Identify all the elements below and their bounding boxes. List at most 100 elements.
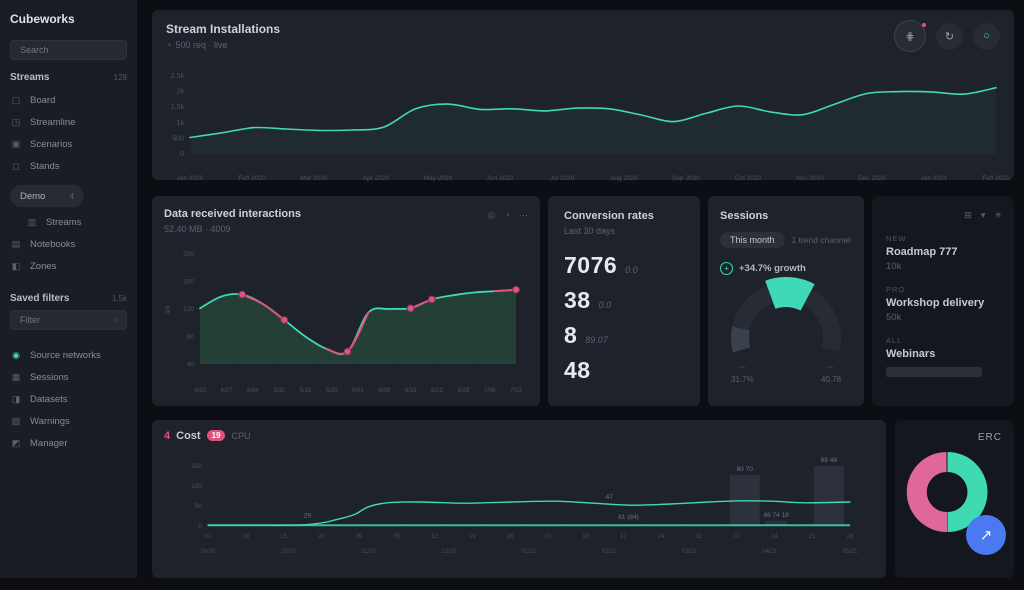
- bottom-row: 4 Cost 19 CPU 15010050060 7086 74 1889 4…: [152, 420, 1014, 578]
- svg-text:6/08: 6/08: [378, 388, 390, 394]
- pink-badge: 19: [207, 430, 226, 441]
- sidebar-item-icon: ▣: [10, 139, 22, 150]
- metric-group: NEW Roadmap 777 10k: [886, 234, 1000, 272]
- installations-line-chart: 2.5k2k1.5k1k5000Jan 2020Feb 2020Mar 2020…: [160, 70, 1008, 186]
- sidebar-search[interactable]: [10, 40, 127, 60]
- svg-text:Aug 2020: Aug 2020: [610, 175, 638, 182]
- svg-text:19: 19: [469, 534, 476, 540]
- stat-row: 38 0.0: [564, 287, 684, 314]
- metric-value: Webinars: [886, 348, 1000, 360]
- sidebar-item-icon: ◨: [10, 394, 22, 405]
- cost-line-chart: 15010050060 7086 74 1889 48294781 (84)01…: [158, 456, 874, 590]
- period-pill[interactable]: This month: [720, 232, 785, 248]
- sidebar-item[interactable]: ▢ Board: [10, 89, 127, 111]
- svg-text:14: 14: [771, 534, 778, 540]
- metric-value: Workshop delivery: [886, 297, 1000, 309]
- sidebar-item-icon: ▧: [10, 416, 22, 427]
- svg-text:29: 29: [304, 512, 312, 519]
- fab-action-button[interactable]: ↗: [966, 515, 1006, 555]
- grid-icon[interactable]: ⊞: [964, 210, 972, 221]
- sidebar-item[interactable]: ◻ Stands: [10, 155, 127, 177]
- sidebar-filter[interactable]: ○: [10, 310, 127, 330]
- demo-pill[interactable]: Demo 4: [10, 185, 84, 207]
- sidebar-nav-filters: ◉ Source networks ▦ Sessions ◨ Datasets …: [10, 344, 127, 454]
- svg-text:0: 0: [198, 523, 202, 530]
- svg-text:81 (84): 81 (84): [618, 514, 639, 521]
- sidebar-item[interactable]: ◉ Source networks: [10, 344, 127, 366]
- svg-text:15: 15: [280, 534, 287, 540]
- sparkle-icon[interactable]: ✳: [994, 210, 1002, 221]
- sidebar-subitem-streams[interactable]: ▥ Streams: [10, 211, 127, 233]
- svg-text:6/29: 6/29: [457, 388, 469, 394]
- svg-text:2k: 2k: [177, 89, 185, 96]
- section-saved-filters-meta: 1.5k: [112, 294, 127, 303]
- demo-pill-badge: 4: [70, 192, 74, 201]
- sidebar-item-icon: ◧: [10, 261, 22, 272]
- interactions-area-chart: 20016012080404/34/204/275/045/115/185/25…: [156, 246, 534, 406]
- svg-text:4/3: 4/3: [166, 305, 172, 314]
- stat-value: 8: [564, 322, 577, 349]
- svg-text:03/21: 03/21: [682, 549, 698, 555]
- svg-text:60 70: 60 70: [737, 465, 754, 472]
- svg-text:31.7%: 31.7%: [731, 375, 754, 384]
- section-saved-filters: Saved filters 1.5k: [10, 293, 127, 304]
- svg-text:07: 07: [733, 534, 740, 540]
- cost-header: 4 Cost 19 CPU: [164, 430, 874, 442]
- svg-text:80: 80: [187, 333, 195, 340]
- equalizer-icon: ⋕: [905, 30, 914, 43]
- sessions-gauge-card: Sessions This month 1 trend channel + +3…: [708, 196, 864, 406]
- svg-text:01: 01: [205, 534, 212, 540]
- equalizer-button[interactable]: ⋕: [894, 20, 926, 52]
- demo-pill-label: Demo: [20, 191, 45, 202]
- svg-text:5/04: 5/04: [247, 388, 259, 394]
- metric-group: PRO Workshop delivery 50k: [886, 285, 1000, 323]
- refresh-icon: ↻: [945, 30, 954, 43]
- refresh-button[interactable]: ↻: [936, 23, 963, 50]
- svg-text:7/13: 7/13: [510, 388, 522, 394]
- releases-card: ⊞ ▾ ✳ NEW Roadmap 777 10k PRO Workshop: [872, 196, 1014, 406]
- svg-text:5/11: 5/11: [273, 388, 285, 394]
- svg-text:02/21: 02/21: [602, 549, 618, 555]
- card-subtitle: ◔ 500 req · live: [166, 40, 1000, 50]
- stat-row: 7076 0.0: [564, 252, 684, 279]
- sidebar-item[interactable]: ◩ Manager: [10, 432, 127, 454]
- sidebar-item-icon: ◳: [10, 117, 22, 128]
- sidebar-subitem-icon: ▥: [26, 217, 38, 228]
- clock-icon[interactable]: ◔: [505, 210, 510, 221]
- section-saved-filters-label: Saved filters: [10, 293, 69, 304]
- sidebar-item[interactable]: ▧ Warnings: [10, 410, 127, 432]
- sidebar-item[interactable]: ◨ Datasets: [10, 388, 127, 410]
- metric-sub: 50k: [886, 312, 1000, 323]
- card-title: Sessions: [720, 210, 852, 222]
- sidebar-filter-input[interactable]: [18, 314, 114, 326]
- notification-dot: [922, 23, 926, 27]
- svg-text:12: 12: [431, 534, 438, 540]
- sidebar-item[interactable]: ▣ Scenarios: [10, 133, 127, 155]
- chevron-down-icon[interactable]: ▾: [981, 210, 986, 221]
- svg-text:100: 100: [191, 483, 202, 490]
- card-meta: CPU: [231, 431, 250, 441]
- svg-text:22: 22: [318, 534, 325, 540]
- sidebar-item[interactable]: ▦ Sessions: [10, 366, 127, 388]
- status-button[interactable]: ○: [973, 23, 1000, 50]
- more-icon[interactable]: ⋯: [519, 210, 528, 221]
- interactions-chart-card: Data received interactions 52.40 MB · 40…: [152, 196, 540, 406]
- card-subtitle-text: 500 req · live: [175, 40, 227, 50]
- metric-sub: 10k: [886, 261, 1000, 272]
- svg-text:29: 29: [356, 534, 363, 540]
- sidebar-item[interactable]: ◧ Zones: [10, 255, 127, 277]
- sidebar-item-label: Manager: [30, 438, 68, 449]
- target-icon[interactable]: ◎: [488, 210, 496, 221]
- metric-eyebrow: NEW: [886, 234, 1000, 243]
- svg-text:Mar 2020: Mar 2020: [300, 175, 328, 182]
- sidebar-item-icon: ◉: [10, 350, 22, 361]
- svg-text:40: 40: [187, 361, 195, 368]
- sidebar-search-input[interactable]: [18, 44, 119, 56]
- sidebar-item[interactable]: ▤ Notebooks: [10, 233, 127, 255]
- card-title: Data received interactions: [164, 208, 528, 220]
- sidebar-item[interactable]: ◳ Streamline: [10, 111, 127, 133]
- sidebar-item-label: Warnings: [30, 416, 70, 427]
- svg-text:Feb 2021: Feb 2021: [982, 175, 1010, 182]
- stat-value: 7076: [564, 252, 617, 279]
- section-streams: Streams 128: [10, 72, 127, 83]
